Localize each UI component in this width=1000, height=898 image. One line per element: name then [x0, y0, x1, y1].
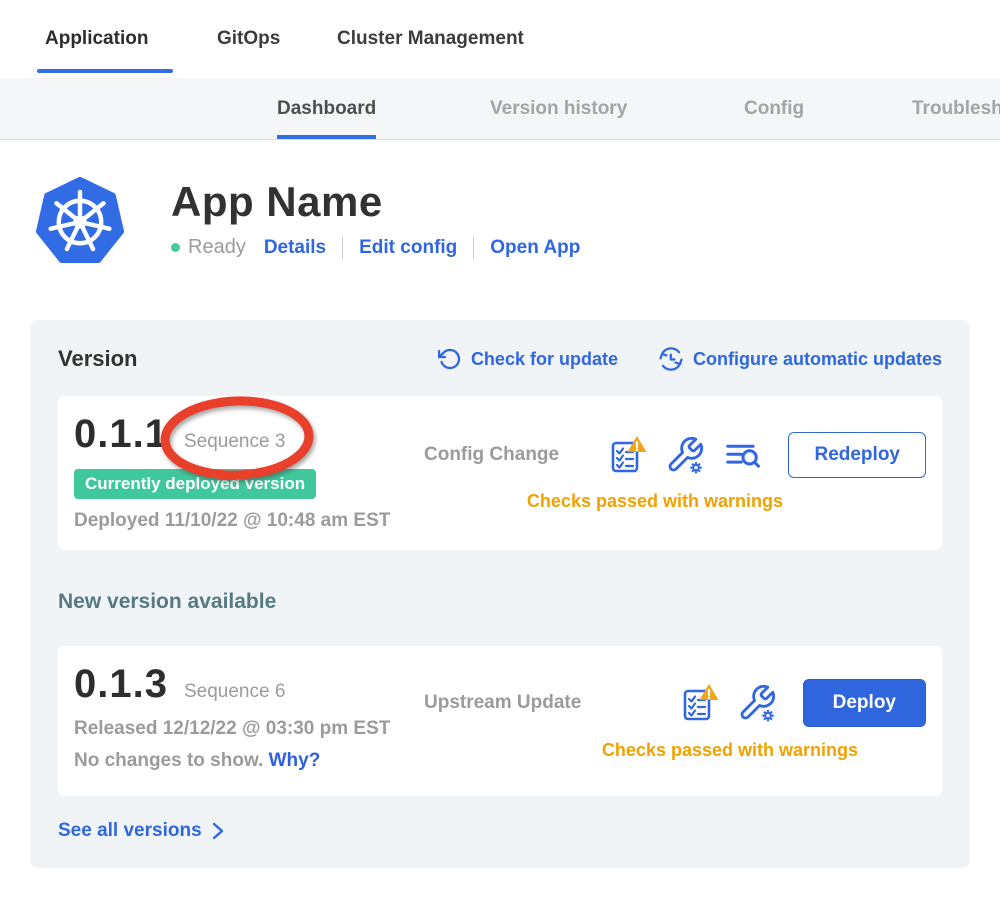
released-timestamp: Released 12/12/22 @ 03:30 pm EST	[74, 718, 424, 740]
page-title: App Name	[171, 178, 580, 226]
kubernetes-logo	[35, 176, 125, 268]
version-panel: Version Check for update Configure autom…	[30, 320, 970, 868]
preflight-checklist-warning-icon	[606, 435, 648, 475]
version-panel-title: Version	[58, 346, 137, 372]
current-version-number: 0.1.1	[74, 412, 168, 457]
available-version-number: 0.1.3	[74, 662, 168, 707]
edit-config-icon-button[interactable]	[665, 435, 705, 475]
edit-config-link[interactable]: Edit config	[359, 237, 457, 259]
chevron-right-icon	[208, 821, 226, 841]
open-app-link[interactable]: Open App	[490, 237, 580, 259]
available-sequence-label: Sequence 6	[184, 681, 285, 703]
tab-version-history[interactable]: Version history	[490, 78, 627, 139]
app-header: App Name Ready Details Edit config Open …	[35, 176, 1000, 268]
check-for-update-button[interactable]: Check for update	[438, 347, 618, 371]
divider	[473, 237, 474, 259]
edit-config-icon-button[interactable]	[737, 683, 777, 723]
preflight-checks-button[interactable]	[678, 683, 720, 723]
new-version-heading: New version available	[58, 590, 942, 614]
see-all-versions-link[interactable]: See all versions	[58, 820, 942, 842]
see-all-versions-label: See all versions	[58, 820, 202, 842]
auto-update-clock-icon	[658, 346, 684, 372]
view-diff-magnifier-icon	[722, 436, 762, 474]
tab-dashboard[interactable]: Dashboard	[277, 78, 376, 139]
preflight-checks-button[interactable]	[606, 435, 648, 475]
configure-automatic-updates-button[interactable]: Configure automatic updates	[658, 346, 942, 372]
nav-item-cluster-management[interactable]: Cluster Management	[337, 0, 524, 78]
current-version-card: 0.1.1 Sequence 3 Currently deployed vers…	[58, 396, 942, 550]
checks-status-text[interactable]: Checks passed with warnings	[602, 740, 858, 761]
refresh-icon	[438, 347, 462, 371]
deployed-timestamp: Deployed 11/10/22 @ 10:48 am EST	[74, 510, 424, 532]
version-source-label: Config Change	[424, 444, 559, 466]
configure-automatic-updates-label: Configure automatic updates	[693, 349, 942, 370]
currently-deployed-badge: Currently deployed version	[74, 469, 316, 499]
details-link[interactable]: Details	[264, 237, 326, 259]
deploy-button[interactable]: Deploy	[803, 679, 926, 727]
redeploy-button[interactable]: Redeploy	[788, 432, 926, 478]
why-link[interactable]: Why?	[269, 750, 321, 771]
nav-item-application[interactable]: Application	[45, 0, 148, 78]
version-source-label: Upstream Update	[424, 692, 581, 714]
view-diff-button[interactable]	[722, 436, 762, 474]
current-sequence-label: Sequence 3	[184, 431, 285, 453]
available-version-card: 0.1.3 Sequence 6 Released 12/12/22 @ 03:…	[58, 646, 942, 796]
app-tab-bar: Dashboard Version history Config Trouble…	[0, 78, 1000, 140]
wrench-gear-icon	[737, 683, 777, 723]
status-label: Ready	[188, 236, 246, 259]
check-for-update-label: Check for update	[471, 349, 618, 370]
top-navigation: Application GitOps Cluster Management	[0, 0, 1000, 78]
nav-item-gitops[interactable]: GitOps	[217, 0, 280, 78]
tab-config[interactable]: Config	[744, 78, 804, 139]
preflight-checklist-warning-icon	[678, 683, 720, 723]
wrench-gear-icon	[665, 435, 705, 475]
ready-status-dot-icon	[171, 243, 180, 252]
divider	[342, 237, 343, 259]
tab-troubleshoot[interactable]: Troubleshoot	[912, 78, 1000, 139]
no-changes-text: No changes to show.	[74, 750, 263, 771]
checks-status-text[interactable]: Checks passed with warnings	[527, 491, 783, 512]
